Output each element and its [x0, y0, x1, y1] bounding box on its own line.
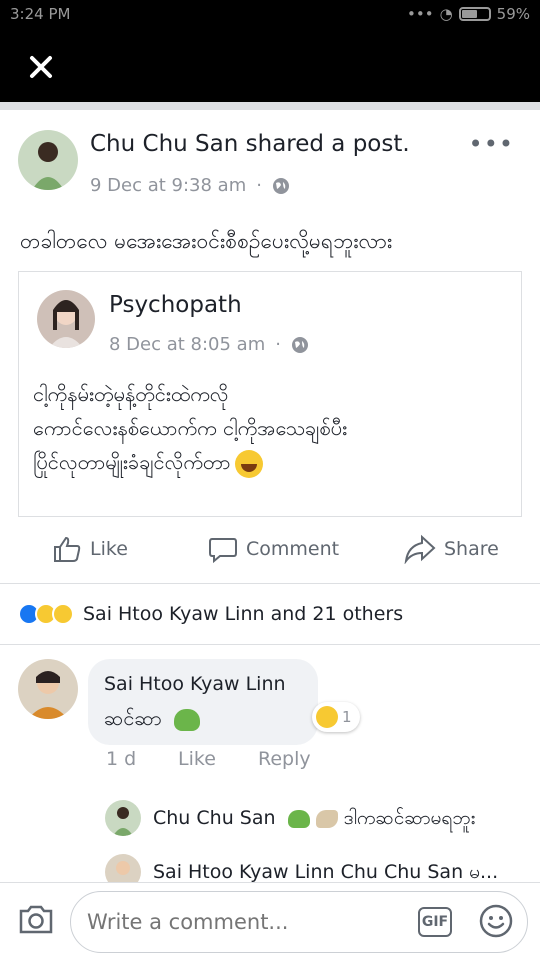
shared-post-card[interactable]: Psychopath 8 Dec at 8:05 am · ငါ့ကိုနမ်း…	[18, 271, 522, 517]
shell-emoji-icon	[315, 809, 338, 828]
comment-input[interactable]	[70, 891, 528, 953]
avatar[interactable]	[37, 290, 95, 348]
comment-composer: GIF	[0, 882, 540, 960]
thumbs-up-icon	[54, 536, 81, 562]
post-meta: 9 Dec at 9:38 am ·	[90, 175, 290, 196]
reply-item[interactable]: Chu Chu San ဒါကဆင်ဆာမရဘူး	[153, 806, 475, 834]
share-icon	[404, 534, 436, 564]
comment-reply-button[interactable]: Reply	[258, 748, 311, 770]
globe-icon	[272, 177, 289, 194]
comment-icon	[209, 538, 237, 564]
frog-emoji-icon	[287, 809, 310, 828]
avatar[interactable]	[18, 130, 78, 190]
avatar[interactable]	[105, 800, 141, 836]
comment-age: 1 d	[106, 748, 137, 770]
comment-bubble[interactable]: Sai Htoo Kyaw Linn ဆင်ဆာ	[88, 659, 318, 745]
battery-percent: 59%	[496, 5, 530, 23]
avatar[interactable]	[18, 659, 78, 719]
laughing-emoji-icon	[234, 449, 263, 478]
profile-picture-icon	[105, 800, 141, 836]
more-options-icon[interactable]: •••	[469, 130, 514, 158]
comment-author[interactable]: Sai Htoo Kyaw Linn	[104, 673, 286, 695]
close-icon[interactable]	[26, 52, 56, 82]
signal-icon: •••	[407, 5, 434, 23]
top-bar	[0, 32, 540, 102]
post-author[interactable]: Chu Chu San shared a post.	[90, 131, 410, 157]
wow-reaction-icon	[52, 603, 74, 625]
wifi-icon: ◔	[439, 5, 453, 23]
profile-picture-icon	[18, 130, 78, 190]
post-text: တခါတလေ မအေးအေးဝင်းစီစဉ်ပေးလို့မရဘူးလား	[20, 229, 393, 253]
shared-meta: 8 Dec at 8:05 am ·	[109, 334, 309, 355]
camera-icon[interactable]	[18, 903, 54, 935]
haha-reaction-icon	[316, 706, 338, 728]
status-icons: ••• ◔ 59%	[407, 5, 530, 23]
status-bar: 3:24 PM ••• ◔ 59%	[0, 0, 540, 32]
reactions-summary[interactable]: Sai Htoo Kyaw Linn and 21 others	[18, 603, 403, 625]
divider	[0, 102, 540, 110]
post-time[interactable]: 9 Dec at 9:38 am	[90, 175, 246, 196]
comment-like-button[interactable]: Like	[178, 748, 216, 770]
comment-reaction-badge[interactable]: 1	[312, 702, 360, 732]
sticker-icon[interactable]	[478, 903, 514, 939]
profile-picture-icon	[18, 659, 78, 719]
reply-text: Sai Htoo Kyaw Linn Chu Chu San မ...	[153, 861, 499, 883]
comment-button[interactable]: Comment	[208, 534, 339, 564]
gif-button[interactable]: GIF	[418, 907, 452, 937]
shared-author[interactable]: Psychopath	[109, 292, 242, 318]
reply-text: ဒါကဆင်ဆာမရဘူး	[343, 807, 476, 829]
reactions-text: Sai Htoo Kyaw Linn and 21 others	[83, 603, 404, 625]
reply-author[interactable]: Chu Chu San	[153, 807, 276, 829]
frog-emoji-icon	[174, 708, 201, 731]
share-button[interactable]: Share	[404, 534, 499, 564]
battery-icon	[458, 7, 491, 21]
shared-text: ငါ့ကိုနမ်းတဲ့မုန့်တိုင်းထဲကလို ကောင်လေးန…	[33, 377, 513, 479]
status-time: 3:24 PM	[10, 5, 71, 23]
comment-text: ဆင်ဆာ	[104, 705, 201, 735]
globe-icon	[291, 336, 308, 353]
divider	[0, 583, 540, 584]
like-button[interactable]: Like	[52, 534, 128, 564]
shared-time[interactable]: 8 Dec at 8:05 am	[109, 334, 265, 355]
post-actions: Like Comment Share	[0, 530, 540, 572]
divider	[0, 644, 540, 645]
profile-picture-icon	[37, 290, 95, 348]
